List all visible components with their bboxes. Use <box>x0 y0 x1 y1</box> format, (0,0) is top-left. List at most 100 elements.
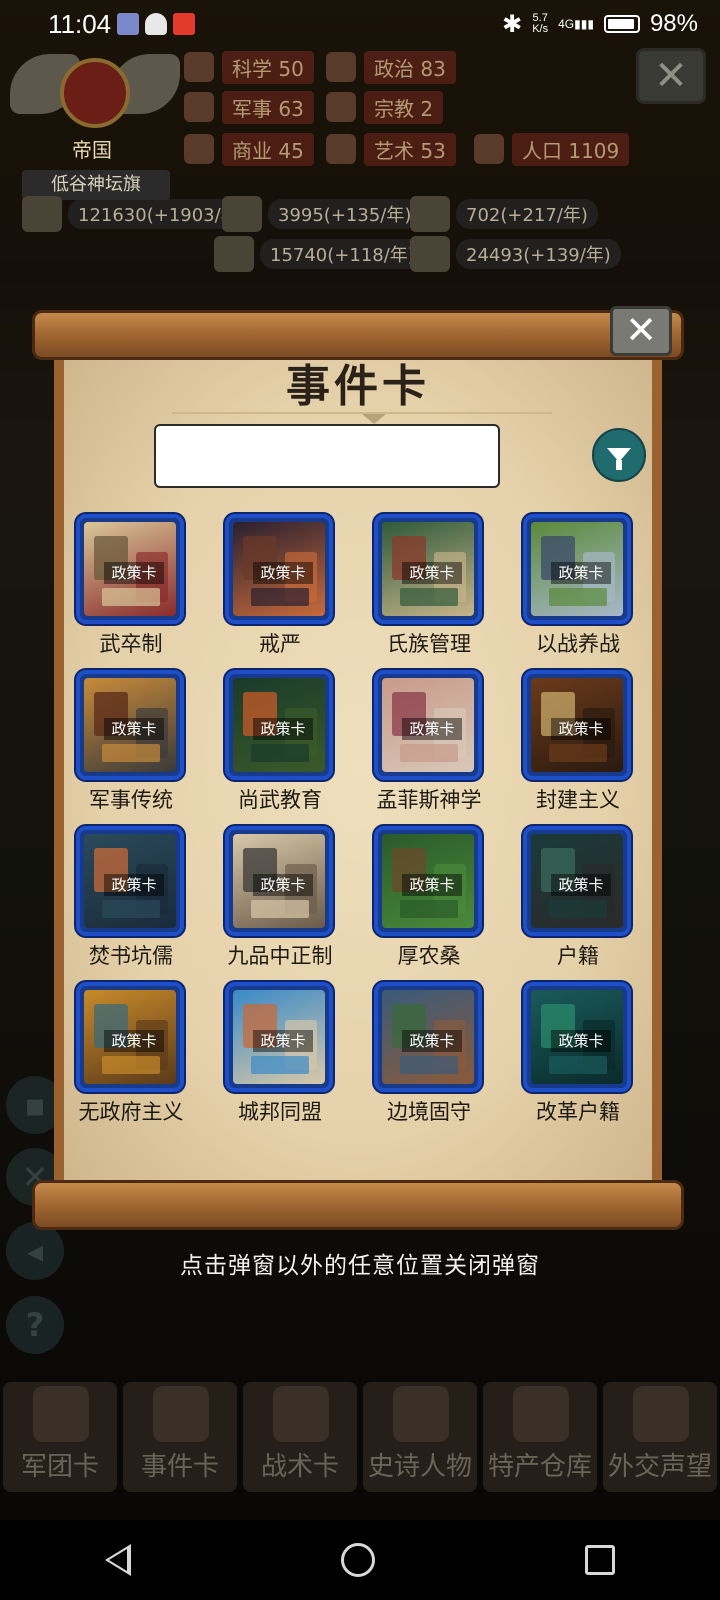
event-card[interactable]: 政策卡 军事传统 <box>72 670 202 820</box>
art-icon <box>326 134 356 164</box>
battery-level: 98% <box>649 10 698 37</box>
stat-population: 人口 1109 <box>474 132 630 166</box>
stat-science: 科学 50 <box>184 50 314 84</box>
science-icon <box>184 52 214 82</box>
card-name: 武卒制 <box>99 632 163 656</box>
card-frame: 政策卡 <box>374 982 482 1092</box>
card-frame: 政策卡 <box>76 670 184 780</box>
home-icon[interactable] <box>341 1543 375 1577</box>
tab-label: 史诗人物 <box>367 1452 472 1482</box>
food-icon <box>410 236 450 272</box>
card-frame: 政策卡 <box>225 670 333 780</box>
crown-icon <box>393 1386 449 1442</box>
card-name: 焚书坑儒 <box>89 944 173 968</box>
card-name: 改革户籍 <box>536 1100 620 1124</box>
religion-icon <box>326 92 356 122</box>
stat-art: 艺术 53 <box>326 132 456 166</box>
taobao-icon <box>173 13 196 35</box>
card-name: 封建主义 <box>536 788 620 812</box>
card-frame: 政策卡 <box>374 826 482 936</box>
help-button[interactable]: ? <box>6 1296 64 1354</box>
card-frame: 政策卡 <box>76 514 184 624</box>
tab-specialty-warehouse[interactable]: 特产仓库 <box>483 1382 597 1492</box>
event-card[interactable]: 政策卡 武卒制 <box>72 514 202 664</box>
card-grid: 政策卡 武卒制 政策卡 戒严 政策卡 氏族管理 政策卡 以战养战 政策卡 军事传统 政策卡 尚武教育政… <box>72 514 642 1134</box>
event-card[interactable]: 政策卡 改革户籍 <box>519 982 649 1132</box>
event-card[interactable]: 政策卡 以战养战 <box>519 514 649 664</box>
filter-icon <box>607 448 631 470</box>
helmet-icon <box>33 1386 89 1442</box>
event-card[interactable]: 政策卡 氏族管理 <box>370 514 500 664</box>
card-frame: 政策卡 <box>225 514 333 624</box>
qq-icon <box>145 13 168 35</box>
resource-stone: 15740(+118/年) <box>214 236 425 272</box>
stat-commerce: 商业 45 <box>184 132 314 166</box>
stat-religion: 宗教 2 <box>326 90 444 124</box>
card-name: 戒严 <box>259 632 301 656</box>
card-type-tag: 政策卡 <box>402 1030 462 1052</box>
back-icon[interactable] <box>105 1544 131 1576</box>
filter-button[interactable] <box>592 428 646 482</box>
military-icon <box>184 92 214 122</box>
card-type-tag: 政策卡 <box>551 1030 611 1052</box>
event-card[interactable]: 政策卡 九品中正制 <box>221 826 351 976</box>
event-card[interactable]: 政策卡 城邦同盟 <box>221 982 351 1132</box>
event-card[interactable]: 政策卡 戒严 <box>221 514 351 664</box>
title-ornament <box>362 414 386 424</box>
close-hint: 点击弹窗以外的任意位置关闭弹窗 <box>180 1253 540 1279</box>
chest-icon <box>513 1386 569 1442</box>
card-type-tag: 政策卡 <box>104 562 164 584</box>
event-card[interactable]: 政策卡 户籍 <box>519 826 649 976</box>
card-name: 无政府主义 <box>78 1100 184 1124</box>
event-card[interactable]: 政策卡 焚书坑儒 <box>72 826 202 976</box>
bottom-tab-bar: 军团卡 事件卡 战术卡 史诗人物 特产仓库 外交声望 <box>0 1382 720 1492</box>
card-frame: 政策卡 <box>523 670 631 780</box>
tab-event-cards[interactable]: 事件卡 <box>123 1382 237 1492</box>
commerce-icon <box>184 134 214 164</box>
card-frame: 政策卡 <box>374 514 482 624</box>
shield-icon <box>273 1386 329 1442</box>
card-frame: 政策卡 <box>523 982 631 1092</box>
card-search-input[interactable] <box>154 424 500 488</box>
bluetooth-icon: ✱ <box>502 10 523 38</box>
card-name: 孟菲斯神学 <box>376 788 482 812</box>
modal-close-button[interactable]: ✕ <box>610 306 672 356</box>
card-frame: 政策卡 <box>523 826 631 936</box>
card-type-tag: 政策卡 <box>253 718 313 740</box>
tab-diplomacy-prestige[interactable]: 外交声望 <box>603 1382 717 1492</box>
battery-icon <box>603 15 640 33</box>
resource-food: 24493(+139/年) <box>410 236 621 272</box>
recents-icon[interactable] <box>585 1545 615 1575</box>
resource-gold: 121630(+1903/年) <box>22 196 256 232</box>
card-name: 厚农桑 <box>397 944 461 968</box>
card-name: 以战养战 <box>536 632 620 656</box>
card-type-tag: 政策卡 <box>104 718 164 740</box>
event-card[interactable]: 政策卡 厚农桑 <box>370 826 500 976</box>
tab-epic-heroes[interactable]: 史诗人物 <box>363 1382 477 1492</box>
politics-icon <box>326 52 356 82</box>
card-type-tag: 政策卡 <box>253 1030 313 1052</box>
event-card[interactable]: 政策卡 边境固守 <box>370 982 500 1132</box>
event-card[interactable]: 政策卡 孟菲斯神学 <box>370 670 500 820</box>
stone-icon <box>214 236 254 272</box>
event-card-modal: 事件卡 ✕ 政策卡 武卒制 政策卡 戒严 政策卡 氏族管理 政策卡 以战养战 政策卡 军事传统 政策… <box>32 306 684 1230</box>
empire-emblem[interactable]: 帝国 低谷神坛旗 <box>10 46 180 200</box>
card-frame: 政策卡 <box>225 826 333 936</box>
card-name: 尚武教育 <box>238 788 322 812</box>
tab-tactic-cards[interactable]: 战术卡 <box>243 1382 357 1492</box>
card-type-tag: 政策卡 <box>253 562 313 584</box>
tab-legion-cards[interactable]: 军团卡 <box>3 1382 117 1492</box>
screen-close-button[interactable]: ✕ <box>636 48 706 104</box>
card-frame: 政策卡 <box>374 670 482 780</box>
event-card[interactable]: 政策卡 尚武教育 <box>221 670 351 820</box>
event-card[interactable]: 政策卡 无政府主义 <box>72 982 202 1132</box>
system-nav-bar <box>0 1520 720 1600</box>
iron-icon <box>222 196 262 232</box>
stat-politics: 政治 83 <box>326 50 456 84</box>
card-type-tag: 政策卡 <box>402 562 462 584</box>
resource-iron: 3995(+135/年) <box>222 196 422 232</box>
population-icon <box>474 134 504 164</box>
event-card[interactable]: 政策卡 封建主义 <box>519 670 649 820</box>
empire-label: 帝国 <box>72 138 112 162</box>
gold-icon <box>22 196 62 232</box>
